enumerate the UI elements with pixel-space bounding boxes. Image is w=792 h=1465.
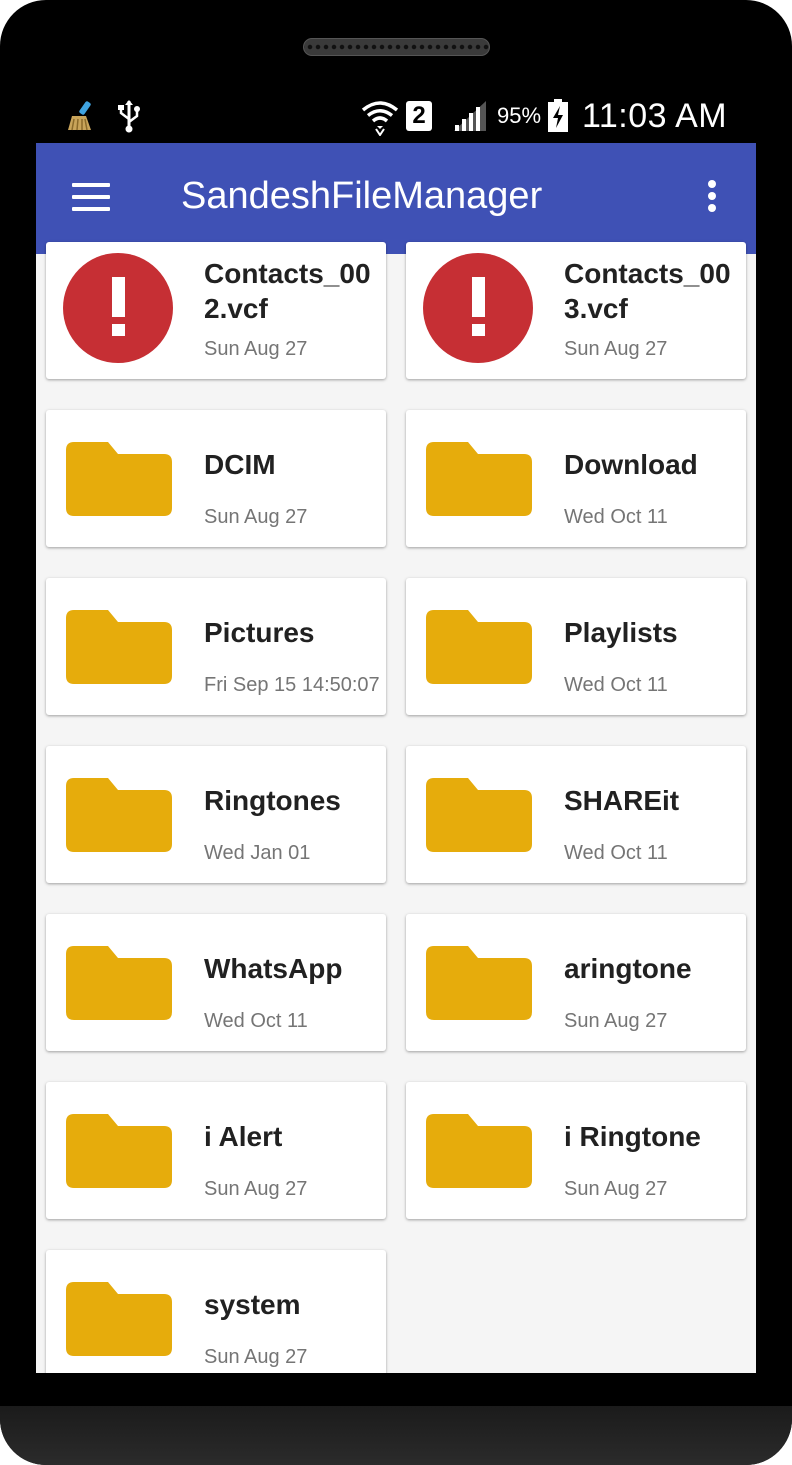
file-card[interactable]: i Alert Sun Aug 27: [46, 1082, 386, 1219]
file-date: Sun Aug 27: [204, 506, 308, 528]
file-date: Sun Aug 27: [204, 1346, 308, 1368]
hamburger-menu-icon[interactable]: [72, 183, 112, 215]
battery-charging-icon: [547, 88, 569, 144]
file-name: aringtone: [564, 953, 692, 984]
app-bar: SandeshFileManager: [36, 143, 756, 254]
file-card[interactable]: aringtone Sun Aug 27: [406, 914, 746, 1051]
file-date: Wed Jan 01: [204, 842, 311, 864]
file-grid: Contacts_002.vcf Sun Aug 27 Contacts_003…: [36, 242, 756, 1373]
screen: 2 95% 11:03 AM SandeshFileManager Contac…: [36, 88, 756, 1373]
file-name: SHAREit: [564, 785, 680, 816]
folder-icon: [422, 1092, 534, 1204]
file-name: i Ringtone: [564, 1121, 701, 1152]
file-date: Wed Oct 11: [564, 506, 668, 528]
folder-icon: [62, 924, 174, 1036]
file-card[interactable]: i Ringtone Sun Aug 27: [406, 1082, 746, 1219]
phone-frame: 2 95% 11:03 AM SandeshFileManager Contac…: [0, 0, 792, 1465]
wifi-icon: [361, 88, 399, 144]
file-date: Fri Sep 15 14:50:07: [204, 674, 380, 696]
folder-icon: [422, 420, 534, 532]
file-card[interactable]: Ringtones Wed Jan 01: [46, 746, 386, 883]
file-card[interactable]: DCIM Sun Aug 27: [46, 410, 386, 547]
folder-icon: [62, 1260, 174, 1372]
file-name: i Alert: [204, 1121, 283, 1152]
status-bar: 2 95% 11:03 AM: [36, 88, 756, 144]
file-card[interactable]: Contacts_003.vcf Sun Aug 27: [406, 242, 746, 379]
file-date: Sun Aug 27: [564, 338, 668, 360]
file-name: Contacts_003.vcf: [564, 258, 731, 324]
file-card[interactable]: Playlists Wed Oct 11: [406, 578, 746, 715]
file-card[interactable]: SHAREit Wed Oct 11: [406, 746, 746, 883]
file-card[interactable]: Contacts_002.vcf Sun Aug 27: [46, 242, 386, 379]
sim-2-icon: 2: [406, 88, 432, 144]
folder-icon: [62, 420, 174, 532]
cell-signal-icon: [452, 88, 488, 144]
file-name: Playlists: [564, 617, 678, 648]
file-name: Pictures: [204, 617, 315, 648]
file-card[interactable]: Pictures Fri Sep 15 14:50:07: [46, 578, 386, 715]
error-icon: [62, 252, 174, 364]
file-name: Ringtones: [204, 785, 341, 816]
error-icon: [422, 252, 534, 364]
file-name: DCIM: [204, 449, 276, 480]
earpiece-speaker: [303, 38, 490, 56]
usb-icon: [116, 88, 142, 144]
file-date: Sun Aug 27: [564, 1178, 668, 1200]
file-card[interactable]: Download Wed Oct 11: [406, 410, 746, 547]
file-name: Download: [564, 449, 698, 480]
file-name: system: [204, 1289, 301, 1320]
more-vert-icon[interactable]: [698, 179, 726, 219]
file-card[interactable]: system Sun Aug 27: [46, 1250, 386, 1373]
file-card[interactable]: WhatsApp Wed Oct 11: [46, 914, 386, 1051]
cleaner-broom-icon: [64, 88, 98, 144]
folder-icon: [422, 924, 534, 1036]
status-clock: 11:03 AM: [582, 96, 728, 135]
folder-icon: [62, 1092, 174, 1204]
sim-number: 2: [406, 101, 432, 131]
file-date: Wed Oct 11: [564, 674, 668, 696]
phone-chin: [0, 1406, 792, 1465]
file-date: Wed Oct 11: [564, 842, 668, 864]
file-date: Sun Aug 27: [564, 1010, 668, 1032]
folder-icon: [62, 756, 174, 868]
file-date: Wed Oct 11: [204, 1010, 308, 1032]
folder-icon: [422, 756, 534, 868]
file-name: WhatsApp: [204, 953, 343, 984]
file-date: Sun Aug 27: [204, 1178, 308, 1200]
folder-icon: [422, 588, 534, 700]
file-name: Contacts_002.vcf: [204, 258, 371, 324]
app-title: SandeshFileManager: [181, 175, 543, 217]
folder-icon: [62, 588, 174, 700]
file-date: Sun Aug 27: [204, 338, 308, 360]
battery-percent: 95%: [497, 103, 542, 128]
